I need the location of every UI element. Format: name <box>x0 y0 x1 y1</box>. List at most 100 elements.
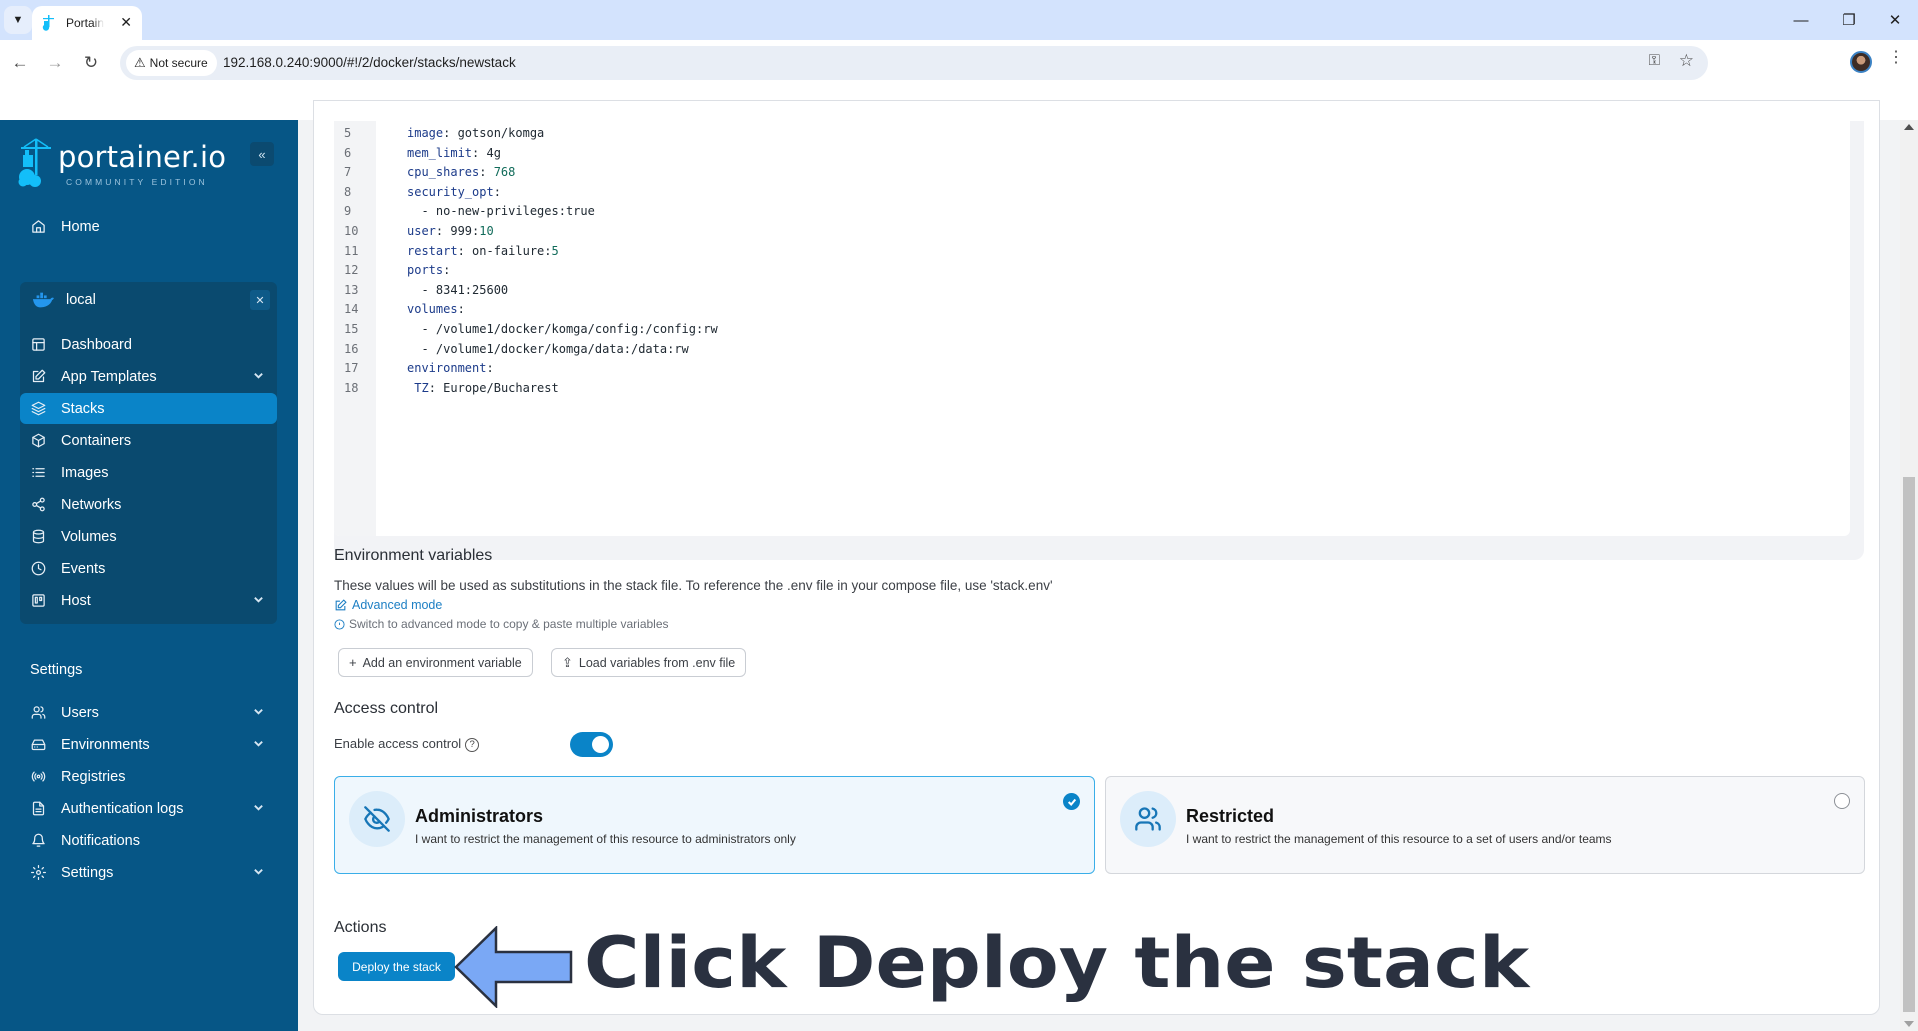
option-description: I want to restrict the management of thi… <box>415 832 796 846</box>
code-line: 7cpu_shares: 768 <box>334 163 1834 183</box>
scrollbar-thumb[interactable] <box>1903 477 1915 1012</box>
line-number: 10 <box>344 222 368 242</box>
gear-icon <box>29 864 47 882</box>
sidebar-item-volumes[interactable]: Volumes <box>20 521 277 552</box>
box-icon <box>29 432 47 450</box>
collapse-sidebar-button[interactable]: « <box>250 142 274 166</box>
tab-close-icon[interactable]: ✕ <box>120 14 132 31</box>
access-option-restricted[interactable]: Restricted I want to restrict the manage… <box>1105 776 1865 874</box>
yaml-key: image <box>407 126 443 140</box>
help-icon[interactable]: ? <box>465 738 479 752</box>
line-number: 5 <box>344 124 368 144</box>
forward-button[interactable]: → <box>41 49 69 77</box>
enable-access-control-label: Enable access control? <box>334 736 479 752</box>
sidebar-item-host[interactable]: Host <box>20 585 277 616</box>
chevron-down-icon[interactable] <box>253 705 263 715</box>
arrow-left-icon: ← <box>12 53 29 73</box>
url-text[interactable]: 192.168.0.240:9000/#!/2/docker/stacks/ne… <box>223 55 516 70</box>
sidebar-item-app-templates[interactable]: App Templates <box>20 361 277 392</box>
line-source: - /volume1/docker/komga/data:/data:rw <box>407 340 689 360</box>
hard-drive-icon <box>29 736 47 754</box>
enable-access-control-text: Enable access control <box>334 736 461 751</box>
sidebar-item-settings[interactable]: Settings <box>20 857 277 888</box>
sidebar-item-dashboard[interactable]: Dashboard <box>20 329 277 360</box>
portainer-crane-icon <box>18 137 54 189</box>
minimize-button[interactable]: — <box>1786 8 1816 32</box>
selected-check-icon <box>1063 793 1080 810</box>
close-environment-button[interactable]: ✕ <box>250 290 270 310</box>
address-bar[interactable]: ⚠ Not secure 192.168.0.240:9000/#!/2/doc… <box>120 46 1708 80</box>
advanced-mode-link[interactable]: Advanced mode <box>334 598 442 612</box>
scroll-up-arrow-icon[interactable] <box>1904 124 1914 130</box>
chevron-down-icon[interactable] <box>253 865 263 875</box>
unselected-radio[interactable] <box>1834 793 1850 809</box>
advanced-mode-hint: Switch to advanced mode to copy & paste … <box>334 617 669 631</box>
page-scrollbar[interactable] <box>1900 120 1918 1031</box>
browser-tab[interactable]: Portainer ✕ <box>32 6 142 40</box>
close-icon: ✕ <box>1889 11 1902 29</box>
scroll-down-arrow-icon[interactable] <box>1904 1021 1914 1027</box>
tab-search-button[interactable]: ▼ <box>4 6 32 34</box>
chevron-down-icon[interactable] <box>253 593 263 603</box>
deploy-stack-button[interactable]: Deploy the stack <box>338 952 455 981</box>
annotation-arrow-icon <box>454 926 574 1008</box>
portainer-logo[interactable]: portainer.io COMMUNITY EDITION <box>18 140 218 190</box>
yaml-key: ports <box>407 263 443 277</box>
sidebar-item-label: Authentication logs <box>61 801 184 817</box>
chevron-down-icon[interactable] <box>253 801 263 811</box>
main-content: 5image: gotson/komga6mem_limit: 4g7cpu_s… <box>298 120 1900 1031</box>
compose-code-editor[interactable]: 5image: gotson/komga6mem_limit: 4g7cpu_s… <box>334 121 1850 536</box>
chevron-down-icon[interactable] <box>253 737 263 747</box>
advanced-mode-label: Advanced mode <box>352 598 442 612</box>
sidebar-item-label: Volumes <box>61 529 117 545</box>
restore-button[interactable]: ❐ <box>1834 8 1864 32</box>
sidebar-item-notifications[interactable]: Notifications <box>20 825 277 856</box>
load-env-file-button[interactable]: ⇪ Load variables from .env file <box>551 648 746 677</box>
access-option-administrators[interactable]: Administrators I want to restrict the ma… <box>334 776 1095 874</box>
chevron-down-icon[interactable] <box>253 369 263 379</box>
profile-avatar[interactable] <box>1850 51 1872 73</box>
access-control-toggle[interactable] <box>570 732 613 757</box>
reload-button[interactable]: ↻ <box>77 49 105 77</box>
sidebar-item-images[interactable]: Images <box>20 457 277 488</box>
bell-icon <box>29 832 47 850</box>
sidebar-item-label: Home <box>61 219 100 235</box>
tab-title: Portainer <box>66 16 104 30</box>
plus-icon: + <box>349 655 357 670</box>
back-button[interactable]: ← <box>6 49 34 77</box>
sidebar-item-stacks[interactable]: Stacks <box>20 393 277 424</box>
layers-icon <box>29 400 47 418</box>
code-line: 8security_opt: <box>334 183 1834 203</box>
code-line: 17environment: <box>334 359 1834 379</box>
dashboard-icon <box>29 336 47 354</box>
line-number: 6 <box>344 144 368 164</box>
window-close-button[interactable]: ✕ <box>1880 8 1910 32</box>
option-title: Administrators <box>415 806 543 827</box>
yaml-key: cpu_shares <box>407 165 479 179</box>
sidebar-item-authentication-logs[interactable]: Authentication logs <box>20 793 277 824</box>
radio-icon <box>29 768 47 786</box>
sidebar-item-home[interactable]: Home <box>20 211 277 242</box>
sidebar-item-label: Host <box>61 593 91 609</box>
sidebar-item-users[interactable]: Users <box>20 697 277 728</box>
sidebar-item-label: Settings <box>61 865 113 881</box>
sidebar-item-containers[interactable]: Containers <box>20 425 277 456</box>
add-env-variable-button[interactable]: + Add an environment variable <box>338 648 533 677</box>
sidebar-item-label: Networks <box>61 497 121 513</box>
line-number: 8 <box>344 183 368 203</box>
warning-icon: ⚠ <box>134 55 146 71</box>
line-source: - 8341:25600 <box>407 281 508 301</box>
password-key-icon[interactable]: ⚿ <box>1649 52 1660 69</box>
sidebar-item-events[interactable]: Events <box>20 553 277 584</box>
site-info-button[interactable]: ⚠ Not secure <box>126 50 217 76</box>
bookmark-star-icon[interactable]: ☆ <box>1679 51 1694 71</box>
sidebar-item-label: Dashboard <box>61 337 132 353</box>
browser-menu-icon[interactable]: ⋮ <box>1888 50 1904 66</box>
sidebar-item-networks[interactable]: Networks <box>20 489 277 520</box>
sidebar-item-environments[interactable]: Environments <box>20 729 277 760</box>
hint-text: Switch to advanced mode to copy & paste … <box>349 617 669 631</box>
yaml-number: 10 <box>479 224 493 238</box>
settings-section-heading: Settings <box>30 662 82 678</box>
sidebar-item-registries[interactable]: Registries <box>20 761 277 792</box>
web-editor-container: 5image: gotson/komga6mem_limit: 4g7cpu_s… <box>334 121 1864 560</box>
